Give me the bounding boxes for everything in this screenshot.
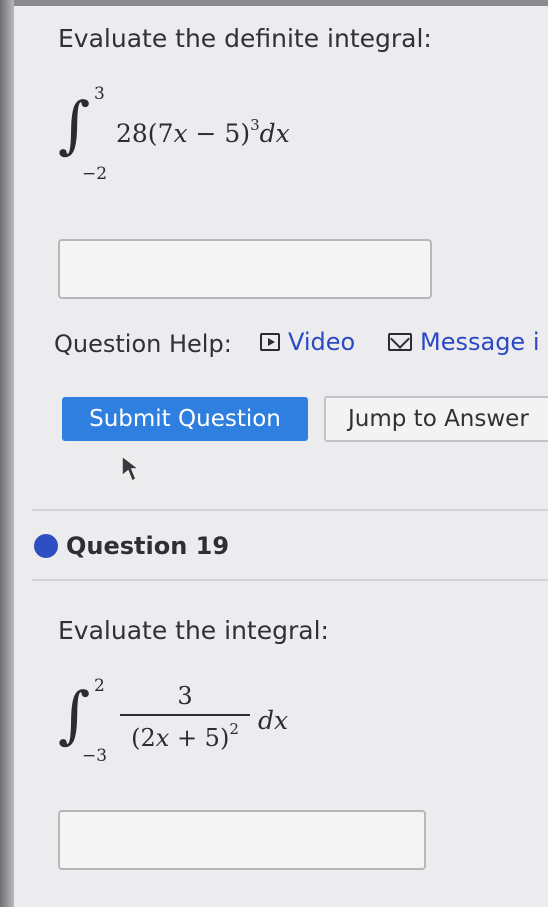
integral-expression-19: ∫ 2 −3 3 (2x + 5)2 dx [58, 670, 358, 790]
differential: dx [258, 706, 289, 735]
question-prompt: Evaluate the definite integral: [58, 24, 432, 53]
screen-left-bezel [0, 0, 14, 907]
question-status-dot [34, 534, 58, 558]
message-link[interactable]: Message i [388, 328, 539, 356]
denominator: (2x + 5)2 [131, 720, 239, 752]
jump-to-answer-button[interactable]: Jump to Answer [324, 396, 548, 442]
question-page: Evaluate the definite integral: ∫ 3 −2 2… [14, 6, 548, 907]
section-divider [32, 509, 548, 511]
video-icon [260, 333, 280, 351]
video-link[interactable]: Video [260, 328, 355, 356]
mail-icon [388, 333, 412, 351]
question-title: Question 19 [66, 532, 230, 560]
mouse-cursor-icon [121, 454, 142, 483]
lower-limit: −3 [82, 746, 108, 766]
question-help-label: Question Help: [54, 330, 232, 358]
integral-expression-1: ∫ 3 −2 28(7x − 5)3dx [58, 80, 378, 190]
integrand: 28(7x − 5)3dx [116, 116, 290, 148]
submit-question-button[interactable]: Submit Question [62, 397, 308, 441]
integral-sign: ∫ [58, 88, 91, 161]
fraction: 3 (2x + 5)2 [120, 682, 250, 752]
upper-limit: 2 [94, 676, 105, 696]
lower-limit: −2 [82, 164, 108, 184]
answer-input[interactable] [58, 239, 432, 299]
fraction-bar [120, 714, 250, 716]
answer-input[interactable] [58, 810, 426, 870]
integral-sign: ∫ [58, 678, 91, 751]
upper-limit: 3 [94, 84, 105, 104]
numerator: 3 [177, 682, 193, 710]
question-prompt: Evaluate the integral: [58, 616, 329, 645]
section-divider [32, 579, 548, 581]
